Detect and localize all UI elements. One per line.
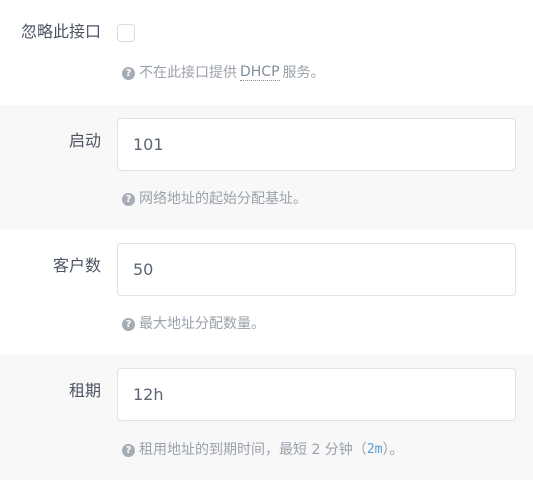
lease-label: 租期 <box>68 381 101 400</box>
ignore-interface-label: 忽略此接口 <box>20 22 101 41</box>
help-question-icon: ? <box>122 317 135 331</box>
ignore-help-text-post: 服务。 <box>282 65 325 81</box>
start-help: ? 网络地址的起始分配基址。 <box>122 190 307 208</box>
lease-row: 租期 ? 租用地址的到期时间，最短 2 分钟（ 2m ）。 <box>0 355 533 480</box>
start-label: 启动 <box>68 131 101 150</box>
lease-min-code: 2m <box>366 442 383 457</box>
ignore-help-text-pre: 不在此接口提供 <box>139 65 237 81</box>
clients-input[interactable] <box>117 243 516 296</box>
lease-help: ? 租用地址的到期时间，最短 2 分钟（ 2m ）。 <box>122 441 403 459</box>
lease-help-text-pre: 租用地址的到期时间，最短 2 分钟（ <box>139 442 367 458</box>
help-question-icon: ? <box>122 66 135 80</box>
start-row: 启动 ? 网络地址的起始分配基址。 <box>0 105 533 230</box>
lease-help-text-post: ）。 <box>382 442 404 458</box>
clients-label: 客户数 <box>52 256 101 275</box>
help-question-icon: ? <box>122 443 135 457</box>
ignore-interface-row: 忽略此接口 ? 不在此接口提供 DHCP 服务。 <box>0 0 533 105</box>
start-input[interactable] <box>117 118 516 171</box>
clients-help: ? 最大地址分配数量。 <box>122 315 265 333</box>
ignore-interface-checkbox[interactable] <box>117 24 135 42</box>
clients-help-text: 最大地址分配数量。 <box>139 316 265 332</box>
clients-row: 客户数 ? 最大地址分配数量。 <box>0 230 533 355</box>
start-help-text: 网络地址的起始分配基址。 <box>139 191 307 207</box>
lease-input[interactable] <box>117 368 516 421</box>
dhcp-abbreviation: DHCP <box>240 64 280 81</box>
help-question-icon: ? <box>122 192 135 206</box>
dhcp-settings-form: 忽略此接口 ? 不在此接口提供 DHCP 服务。 启动 ? 网络地址的起始分配基… <box>0 0 533 480</box>
ignore-interface-help: ? 不在此接口提供 DHCP 服务。 <box>122 64 325 82</box>
